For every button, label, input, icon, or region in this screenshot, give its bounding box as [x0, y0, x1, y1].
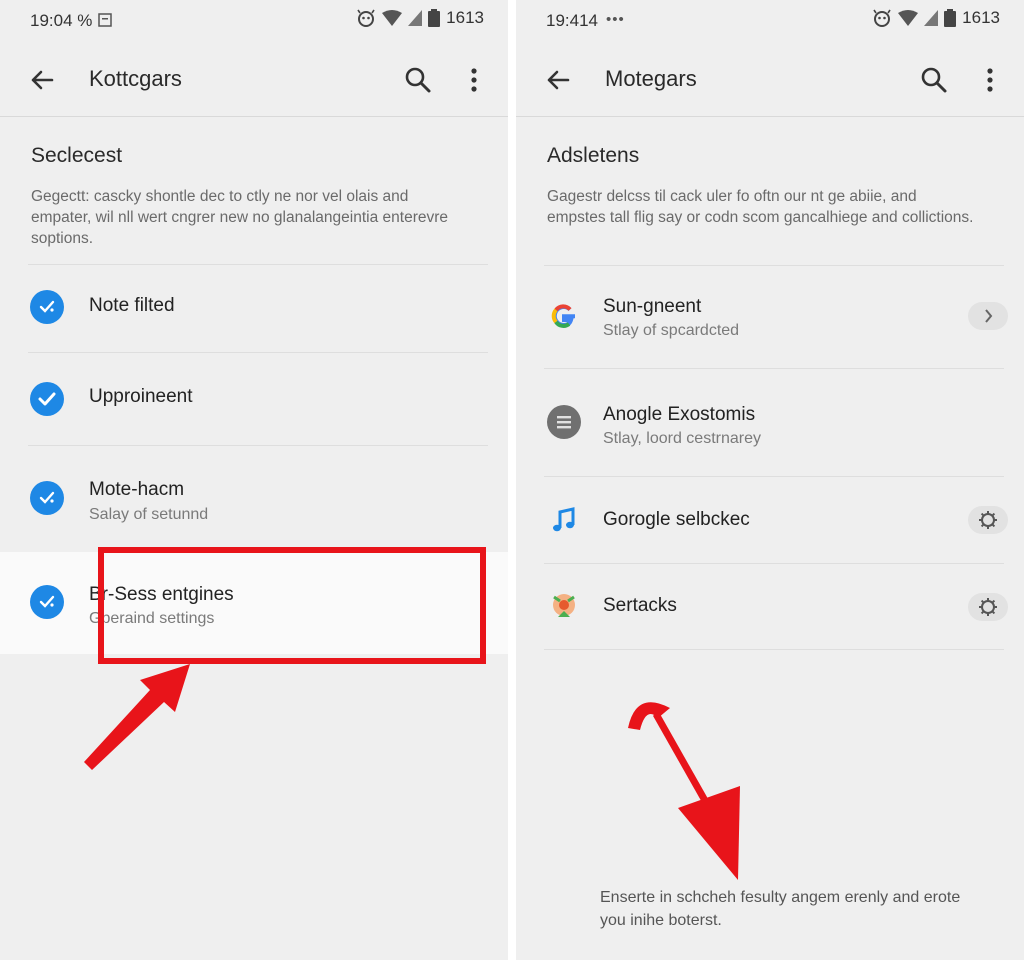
list-item-subtitle: Salay of setunnd — [89, 506, 209, 523]
check-circle-icon — [30, 382, 64, 416]
list-item-subtitle: Gperaind settings — [89, 610, 215, 627]
more-vert-icon[interactable] — [978, 64, 1002, 96]
google-g-icon — [551, 304, 575, 328]
status-bar: 19:414 ••• 1613 — [516, 0, 1024, 42]
divider — [0, 116, 508, 117]
back-arrow-icon[interactable] — [542, 64, 574, 96]
status-time: 19:414 — [546, 11, 598, 30]
list-item[interactable]: Sertacks — [516, 565, 1024, 649]
music-note-icon — [553, 507, 575, 532]
battery-icon — [428, 9, 441, 27]
android-icon — [873, 9, 891, 27]
search-icon[interactable] — [402, 64, 434, 96]
battery-icon — [944, 9, 957, 27]
section-description: Gegectt: cascky shontle dec to ctly ne n… — [31, 188, 449, 247]
app-bar: Kottcgars — [0, 50, 508, 110]
section-title: Seclecest — [31, 144, 123, 167]
divider — [28, 264, 488, 265]
list-item-title: Mote-hacm — [89, 479, 185, 500]
signal-icon — [408, 10, 423, 26]
signal-icon — [924, 10, 939, 26]
list-item-subtitle: Stlay, loord cestrnarey — [603, 430, 761, 447]
divider — [516, 116, 1024, 117]
back-arrow-icon[interactable] — [26, 64, 58, 96]
edit-check-icon — [30, 481, 64, 515]
status-icons: 1613 — [356, 8, 484, 28]
list-item-highlighted[interactable]: Br-Sess entgines Gperaind settings — [0, 552, 508, 654]
right-phone-screen: 19:414 ••• 1613 Motegars Adsletens Gages… — [516, 0, 1024, 960]
settings-gear-button[interactable] — [968, 593, 1008, 621]
divider — [544, 368, 1004, 369]
notification-icon — [98, 13, 112, 27]
app-bar: Motegars — [516, 50, 1024, 110]
menu-circle-icon — [547, 405, 581, 439]
list-item-subtitle: Stlay of spcardcted — [603, 322, 740, 339]
list-item-title: Br-Sess entgines — [89, 584, 234, 605]
list-item-title: Note filted — [89, 295, 175, 316]
list-item[interactable]: Sun-gneent Stlay of spcardcted — [516, 267, 1024, 367]
list-item[interactable]: Gorogle selbckec — [516, 478, 1024, 562]
section-description: Gagestr delcss til cack uler fo oftn our… — [547, 188, 974, 226]
settings-gear-button[interactable] — [968, 506, 1008, 534]
wifi-icon — [382, 10, 403, 26]
divider — [544, 265, 1004, 266]
footer-text: Enserte in schcheh fesulty angem erenly … — [600, 889, 961, 929]
annotation-arrow — [652, 712, 720, 822]
colorful-app-icon — [553, 594, 575, 617]
list-item[interactable]: Note filted — [0, 266, 508, 352]
annotation-arrow — [84, 664, 190, 770]
status-icons: 1613 — [872, 8, 1000, 28]
list-item-title: Sun-gneent — [603, 296, 702, 317]
divider — [544, 649, 1004, 650]
list-item-title: Sertacks — [603, 595, 677, 616]
list-item-title: Gorogle selbckec — [603, 509, 750, 530]
page-title: Motegars — [605, 66, 697, 91]
search-icon[interactable] — [918, 64, 950, 96]
section-title: Adsletens — [547, 144, 640, 167]
android-icon — [357, 9, 375, 27]
divider — [544, 563, 1004, 564]
list-item[interactable]: Anogle Exostomis Stlay, loord cestrnarey — [516, 370, 1024, 476]
edit-check-icon — [30, 290, 64, 324]
wifi-icon — [898, 10, 919, 26]
list-item-title: Anogle Exostomis — [603, 404, 756, 425]
divider — [544, 476, 1004, 477]
status-time: 19:04 % — [30, 11, 93, 30]
more-vert-icon[interactable] — [462, 64, 486, 96]
chevron-button[interactable] — [968, 302, 1008, 330]
annotation-arrowhead-top — [628, 702, 670, 730]
status-bar: 19:04 % 1613 — [0, 0, 508, 42]
list-item[interactable]: Mote-hacm Salay of setunnd — [0, 447, 508, 551]
edit-check-icon — [30, 585, 64, 619]
left-phone-screen: 19:04 % 1613 Kottcgars Seclecest Gegectt… — [0, 0, 508, 960]
status-dots: ••• — [606, 11, 625, 28]
annotation-arrowhead-bottom — [678, 786, 740, 880]
status-battery-text: 1613 — [446, 8, 484, 27]
status-battery-text: 1613 — [962, 8, 1000, 27]
list-item-title: Upproineent — [89, 386, 193, 407]
list-item[interactable]: Upproineent — [0, 354, 508, 444]
page-title: Kottcgars — [89, 66, 182, 91]
divider — [28, 445, 488, 446]
divider — [28, 352, 488, 353]
